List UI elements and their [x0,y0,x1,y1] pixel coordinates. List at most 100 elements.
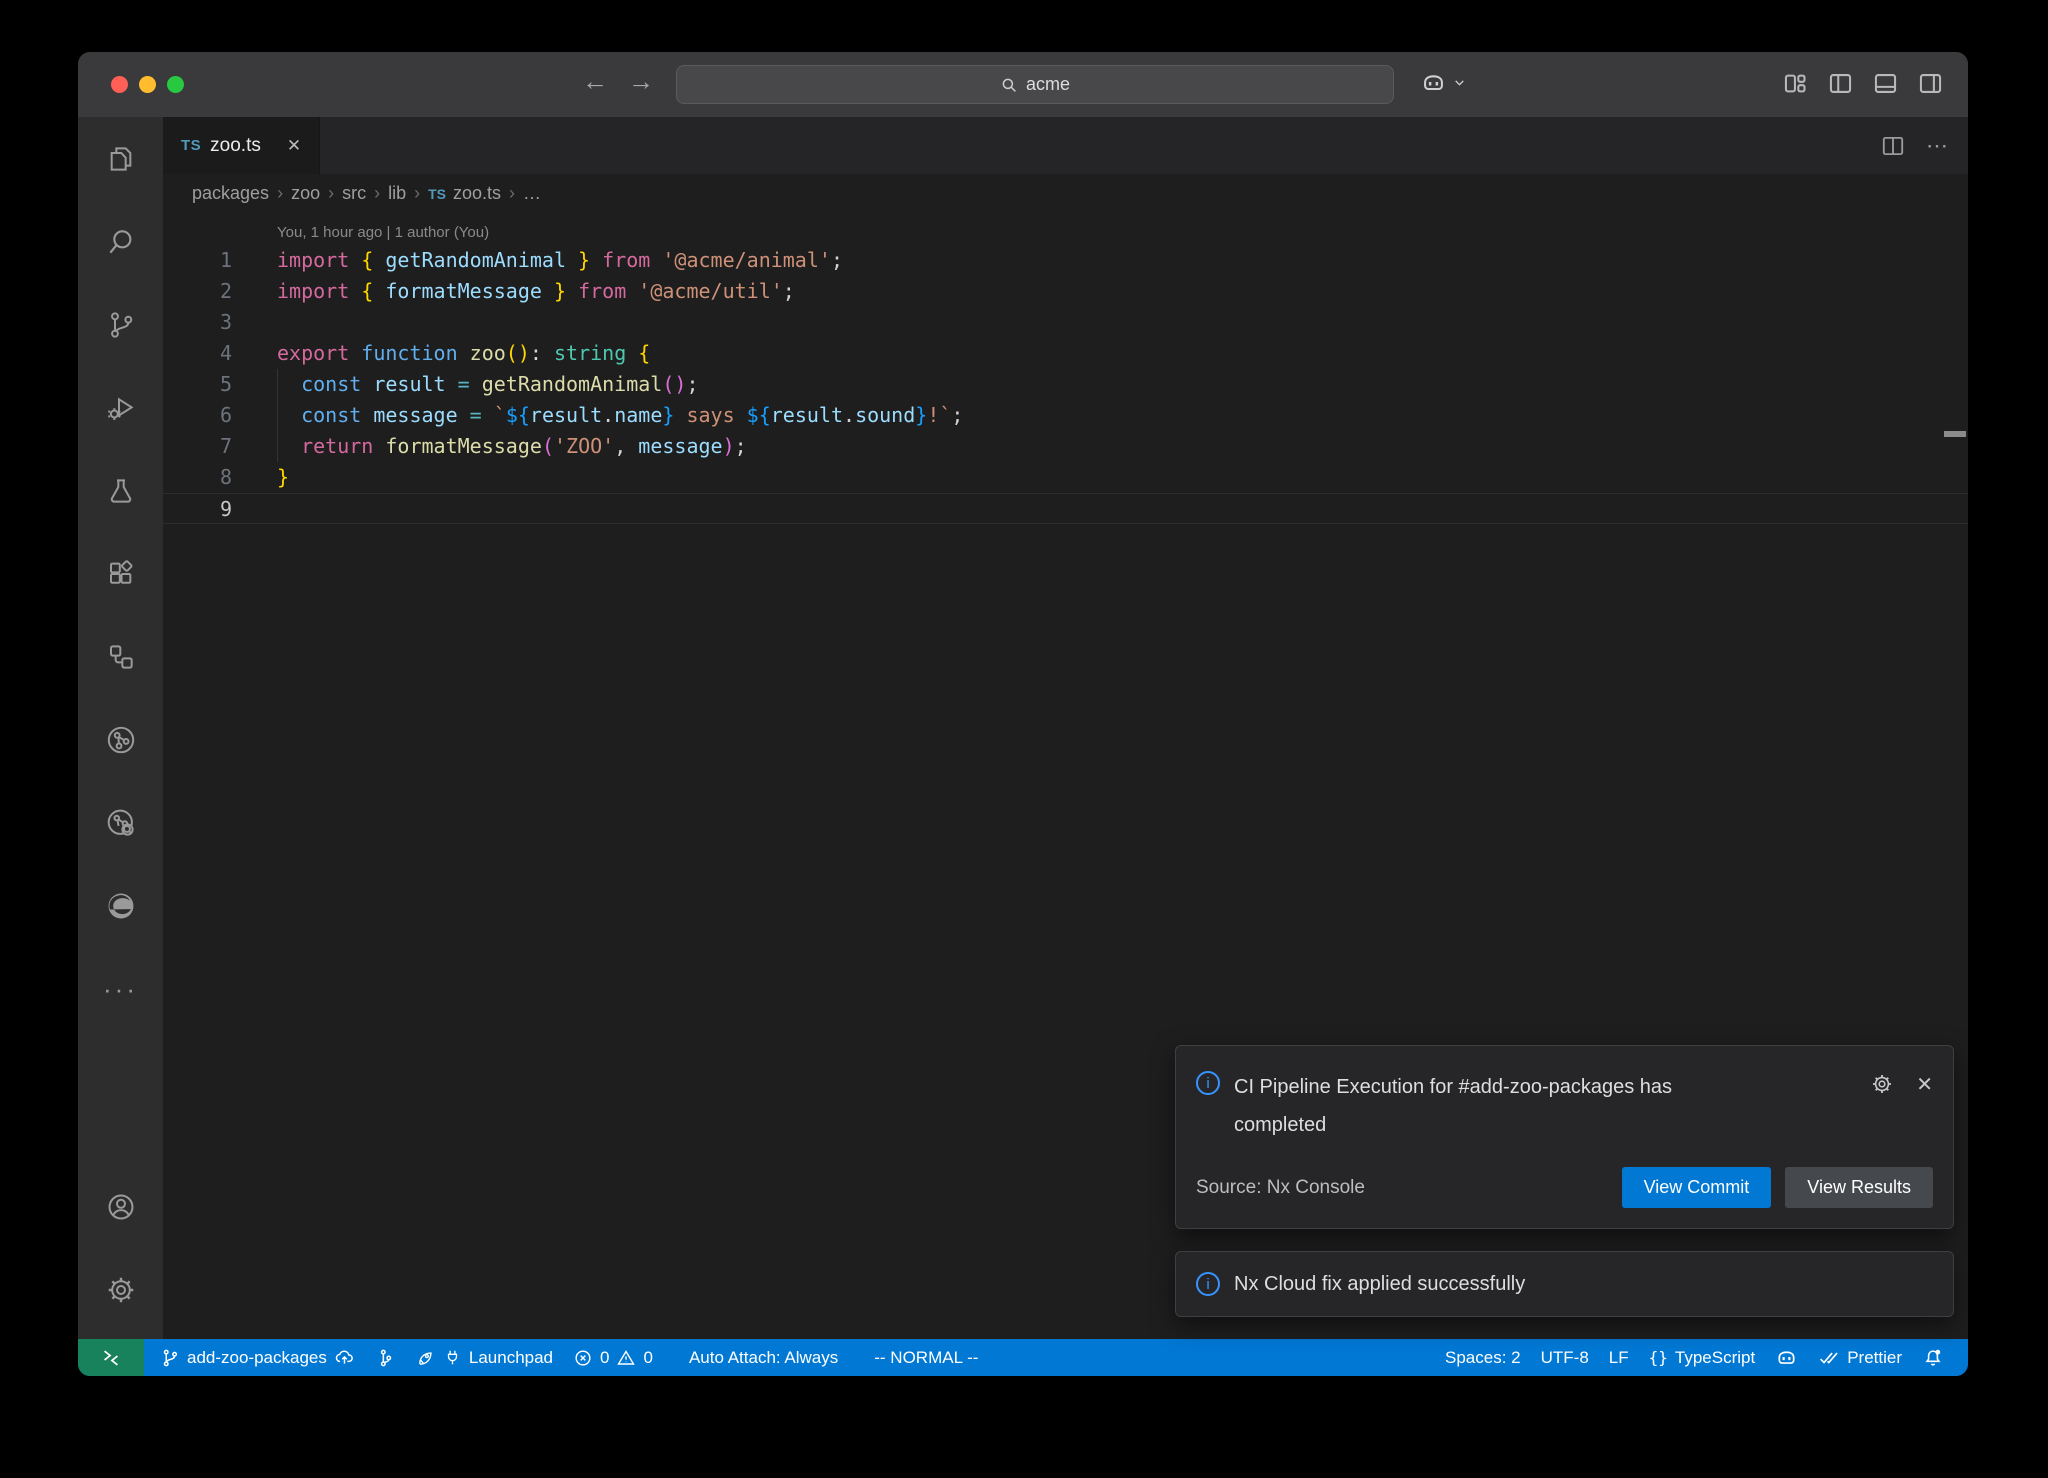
sidebar-item-edge-browser[interactable] [78,864,163,947]
line-number: 3 [163,307,232,338]
window-controls [111,76,184,93]
sidebar-item-project-structure[interactable] [78,615,163,698]
tab-zoo-ts[interactable]: TS zoo.ts ✕ [163,117,320,174]
vim-mode-label: -- NORMAL -- [874,1348,978,1368]
status-bar: add-zoo-packages Launchpad 0 0 [78,1339,1968,1376]
sidebar-item-run-debug[interactable] [78,366,163,449]
language-mode-item[interactable]: {} TypeScript [1639,1339,1766,1376]
breadcrumb-segment[interactable]: src [342,183,366,204]
chevron-right-icon: › [366,183,388,204]
code-line[interactable]: 8} [163,462,1968,493]
remote-indicator[interactable] [78,1339,144,1376]
source-control-graph-item[interactable] [365,1339,405,1376]
more-actions-icon[interactable]: ⋯ [1926,133,1950,159]
code-line[interactable]: 3 [163,307,1968,338]
sidebar-item-search[interactable] [78,200,163,283]
warning-count: 0 [643,1348,652,1368]
accounts-button[interactable] [78,1165,163,1248]
breadcrumb-segment[interactable]: zoo [291,183,320,204]
chevron-right-icon: › [501,183,523,204]
code-line[interactable]: 5 const result = getRandomAnimal(); [163,369,1968,400]
notification-close-icon[interactable]: ✕ [1916,1072,1933,1097]
nav-back-button[interactable]: ← [580,66,610,97]
git-blame-codelens[interactable]: You, 1 hour ago | 1 author (You) [277,221,1968,245]
minimize-window-button[interactable] [139,76,156,93]
tab-close-icon[interactable]: ✕ [287,136,301,156]
code-lines: 1import { getRandomAnimal } from '@acme/… [163,245,1968,524]
nav-forward-button[interactable]: → [626,66,656,97]
customize-layout-icon[interactable] [1782,70,1809,97]
info-icon: i [1196,1272,1220,1296]
git-branch-item[interactable]: add-zoo-packages [150,1339,365,1376]
line-number: 5 [163,369,232,400]
beaker-icon [105,475,137,507]
line-number: 4 [163,338,232,369]
launchpad-item[interactable]: Launchpad [405,1339,563,1376]
notifications-bell-item[interactable] [1912,1339,1954,1376]
code-line[interactable]: 9 [163,493,1968,524]
remote-icon [100,1347,122,1369]
notification-settings-gear-icon[interactable] [1870,1072,1894,1096]
problems-item[interactable]: 0 0 [563,1339,663,1376]
notification-ci-pipeline: i CI Pipeline Execution for #add-zoo-pac… [1175,1045,1954,1229]
notification-toasts: i CI Pipeline Execution for #add-zoo-pac… [1175,1045,1954,1317]
settings-button[interactable] [78,1248,163,1331]
typescript-file-icon: TS [181,137,201,154]
indentation-item[interactable]: Spaces: 2 [1435,1339,1531,1376]
code-line[interactable]: 7 return formatMessage('ZOO', message); [163,431,1968,462]
braces-icon: {} [1649,1348,1668,1367]
code-line[interactable]: 2import { formatMessage } from '@acme/ut… [163,276,1968,307]
view-results-button[interactable]: View Results [1785,1167,1933,1208]
activity-bar-top: ··· [78,117,163,1165]
copilot-status-item[interactable] [1765,1339,1808,1376]
sidebar-item-explorer[interactable] [78,117,163,200]
code-text: import { formatMessage } from '@acme/uti… [277,276,795,307]
copilot-icon [1775,1346,1798,1369]
sidebar-item-nx-cloud-inspect[interactable] [78,781,163,864]
source-control-icon [105,309,137,341]
sidebar-item-extensions[interactable] [78,532,163,615]
breadcrumb-segment[interactable]: packages [192,183,269,204]
code-line[interactable]: 6 const message = `${result.name} says $… [163,400,1968,431]
close-window-button[interactable] [111,76,128,93]
zoom-window-button[interactable] [167,76,184,93]
line-number: 1 [163,245,232,276]
vscode-window: ← → acme [78,52,1968,1376]
auto-attach-item[interactable]: Auto Attach: Always [679,1339,848,1376]
overview-ruler-marker [1944,431,1966,437]
account-icon [105,1191,137,1223]
sidebar-item-nx-console[interactable] [78,698,163,781]
view-commit-button[interactable]: View Commit [1622,1167,1772,1208]
copilot-menu-button[interactable] [1420,69,1466,96]
toggle-panel-icon[interactable] [1872,70,1899,97]
chevron-right-icon: › [269,183,291,204]
command-center-value: acme [1026,74,1070,95]
breadcrumb-segment[interactable]: lib [388,183,406,204]
code-line[interactable]: 1import { getRandomAnimal } from '@acme/… [163,245,1968,276]
toggle-secondary-sidebar-icon[interactable] [1917,70,1944,97]
double-check-icon [1818,1347,1840,1369]
sidebar-item-testing[interactable] [78,449,163,532]
notification-message: CI Pipeline Execution for #add-zoo-packa… [1234,1068,1714,1144]
eol-item[interactable]: LF [1599,1339,1639,1376]
sidebar-item-more-views[interactable]: ··· [78,947,163,1030]
code-text: const result = getRandomAnimal(); [277,369,698,400]
activity-bar: ··· [78,117,163,1339]
code-line[interactable]: 4export function zoo(): string { [163,338,1968,369]
error-icon [573,1348,593,1368]
sidebar-item-source-control[interactable] [78,283,163,366]
breadcrumb-file[interactable]: zoo.ts [453,183,501,204]
command-center-search[interactable]: acme [676,65,1394,104]
activity-bar-bottom [78,1165,163,1339]
auto-attach-label: Auto Attach: Always [689,1348,838,1368]
toggle-sidebar-icon[interactable] [1827,70,1854,97]
split-editor-icon[interactable] [1880,133,1906,159]
code-text: return formatMessage('ZOO', message); [277,431,747,462]
encoding-label: UTF-8 [1541,1348,1589,1368]
breadcrumb-symbol-more[interactable]: … [523,183,541,204]
vim-mode-item[interactable]: -- NORMAL -- [864,1339,988,1376]
formatter-item[interactable]: Prettier [1808,1339,1912,1376]
chevron-right-icon: › [320,183,342,204]
encoding-item[interactable]: UTF-8 [1531,1339,1599,1376]
language-label: TypeScript [1675,1348,1755,1368]
